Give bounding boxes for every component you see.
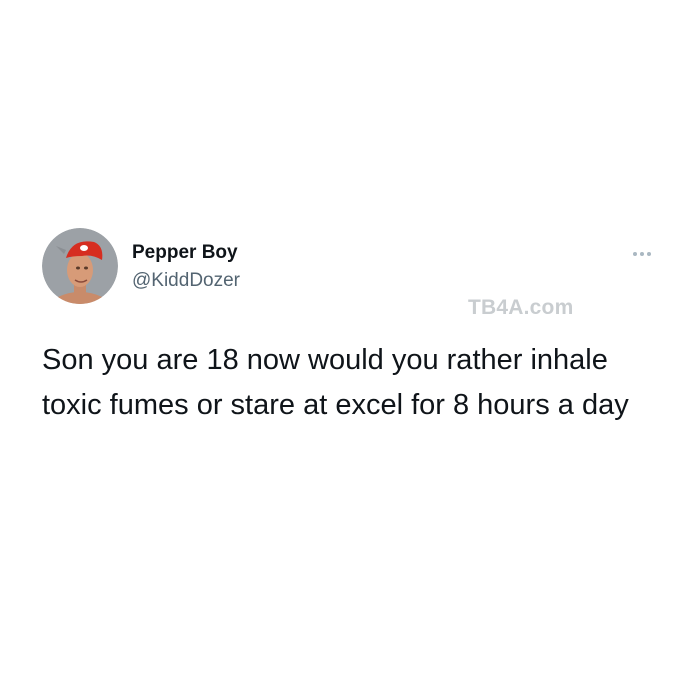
more-dot: [640, 252, 644, 256]
display-name[interactable]: Pepper Boy: [132, 242, 238, 264]
avatar[interactable]: [42, 228, 118, 304]
more-dot: [633, 252, 637, 256]
more-options-icon[interactable]: [626, 242, 658, 266]
avatar-photo-icon: [42, 228, 118, 304]
more-dot: [647, 252, 651, 256]
watermark: TB4A.com: [468, 296, 574, 319]
tweet-text: Son you are 18 now would you rather inha…: [42, 344, 629, 421]
tweet-screenshot: Pepper Boy @KiddDozer TB4A.com Son you a…: [0, 0, 700, 700]
user-handle[interactable]: @KiddDozer: [132, 270, 240, 292]
